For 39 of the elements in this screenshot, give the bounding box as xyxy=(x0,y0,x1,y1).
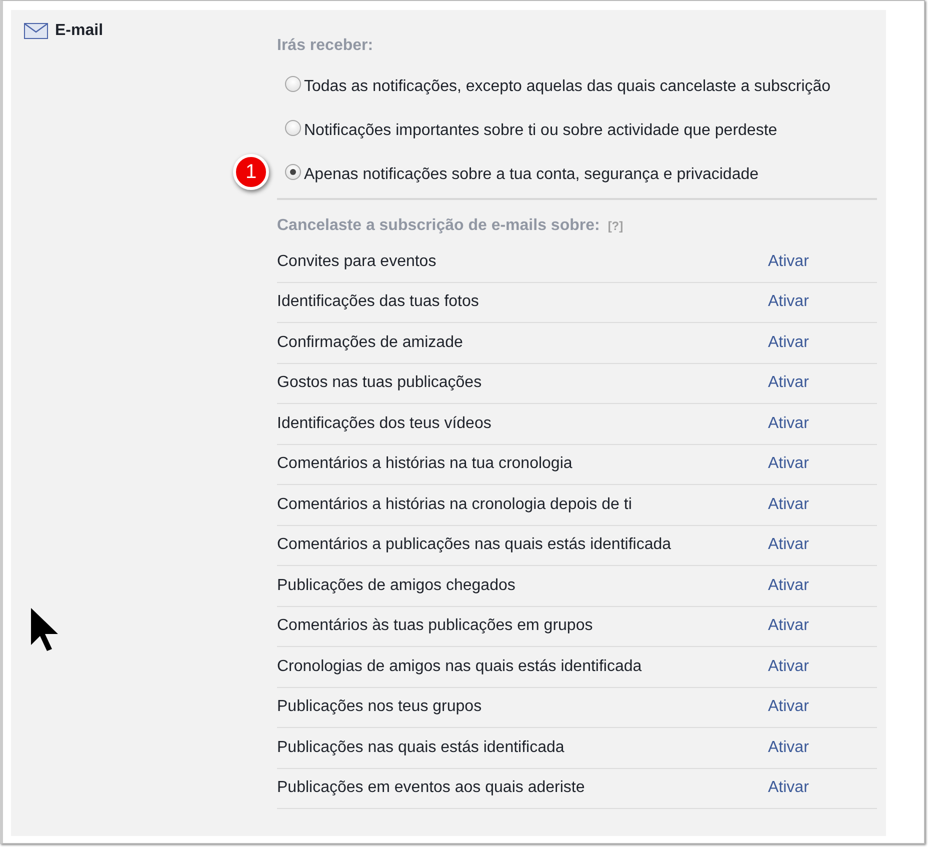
radio-button[interactable] xyxy=(285,120,301,136)
step-badge: 1 xyxy=(233,154,269,190)
notification-label: Publicações de amigos chegados xyxy=(277,576,516,595)
radio-button[interactable] xyxy=(285,76,301,92)
section-heading: Cancelaste a subscrição de e-mails sobre: xyxy=(277,217,600,235)
radio-option[interactable]: Apenas notificações sobre a tua conta, segurança e privacidade xyxy=(277,163,877,186)
activate-link[interactable]: Ativar xyxy=(768,293,877,312)
activate-link[interactable]: Ativar xyxy=(768,576,877,595)
activate-link[interactable]: Ativar xyxy=(768,414,877,433)
notification-label: Identificações das tuas fotos xyxy=(277,293,479,312)
activate-link[interactable]: Ativar xyxy=(768,252,877,271)
section-title: E-mail xyxy=(55,22,104,40)
notification-label: Comentários a publicações nas quais estás identificada xyxy=(277,536,672,554)
notification-label: Comentários a histórias na tua cronologia xyxy=(277,455,572,474)
notification-label: Confirmações de amizade xyxy=(277,334,463,352)
activate-link[interactable]: Ativar xyxy=(768,698,877,716)
activate-link[interactable]: Ativar xyxy=(768,374,877,392)
notification-label: Comentários às tuas publicações em grupos xyxy=(277,617,593,636)
notification-label: Publicações nos teus grupos xyxy=(277,698,482,716)
activate-link[interactable]: Ativar xyxy=(768,496,877,514)
envelope-icon xyxy=(24,23,48,39)
radio-button[interactable] xyxy=(285,164,301,180)
notification-label: Identificações dos teus vídeos xyxy=(277,414,492,433)
radio-option[interactable]: Todas as notificações, excepto aquelas das quais cancelaste a subscrição xyxy=(277,75,877,98)
section-heading: Irás receber: xyxy=(277,37,374,55)
notification-label: Convites para eventos xyxy=(277,252,436,271)
activate-link[interactable]: Ativar xyxy=(768,779,877,798)
activate-link[interactable]: Ativar xyxy=(768,334,877,352)
notification-label: Cronologias de amigos nas quais estás identificada xyxy=(277,658,642,676)
activate-link[interactable]: Ativar xyxy=(768,455,877,474)
notification-label: Comentários a histórias na cronologia depois de ti xyxy=(277,496,632,514)
activate-link[interactable]: Ativar xyxy=(768,738,877,757)
notification-label: Publicações nas quais estás identificada xyxy=(277,738,564,757)
activate-link[interactable]: Ativar xyxy=(768,658,877,676)
activate-link[interactable]: Ativar xyxy=(768,617,877,636)
activate-link[interactable]: Ativar xyxy=(768,536,877,554)
notification-label: Gostos nas tuas publicações xyxy=(277,374,482,392)
notification-label: Publicações em eventos aos quais aderiste xyxy=(277,779,585,798)
radio-option[interactable]: Notificações importantes sobre ti ou sobre actividade que perdeste xyxy=(277,119,877,142)
